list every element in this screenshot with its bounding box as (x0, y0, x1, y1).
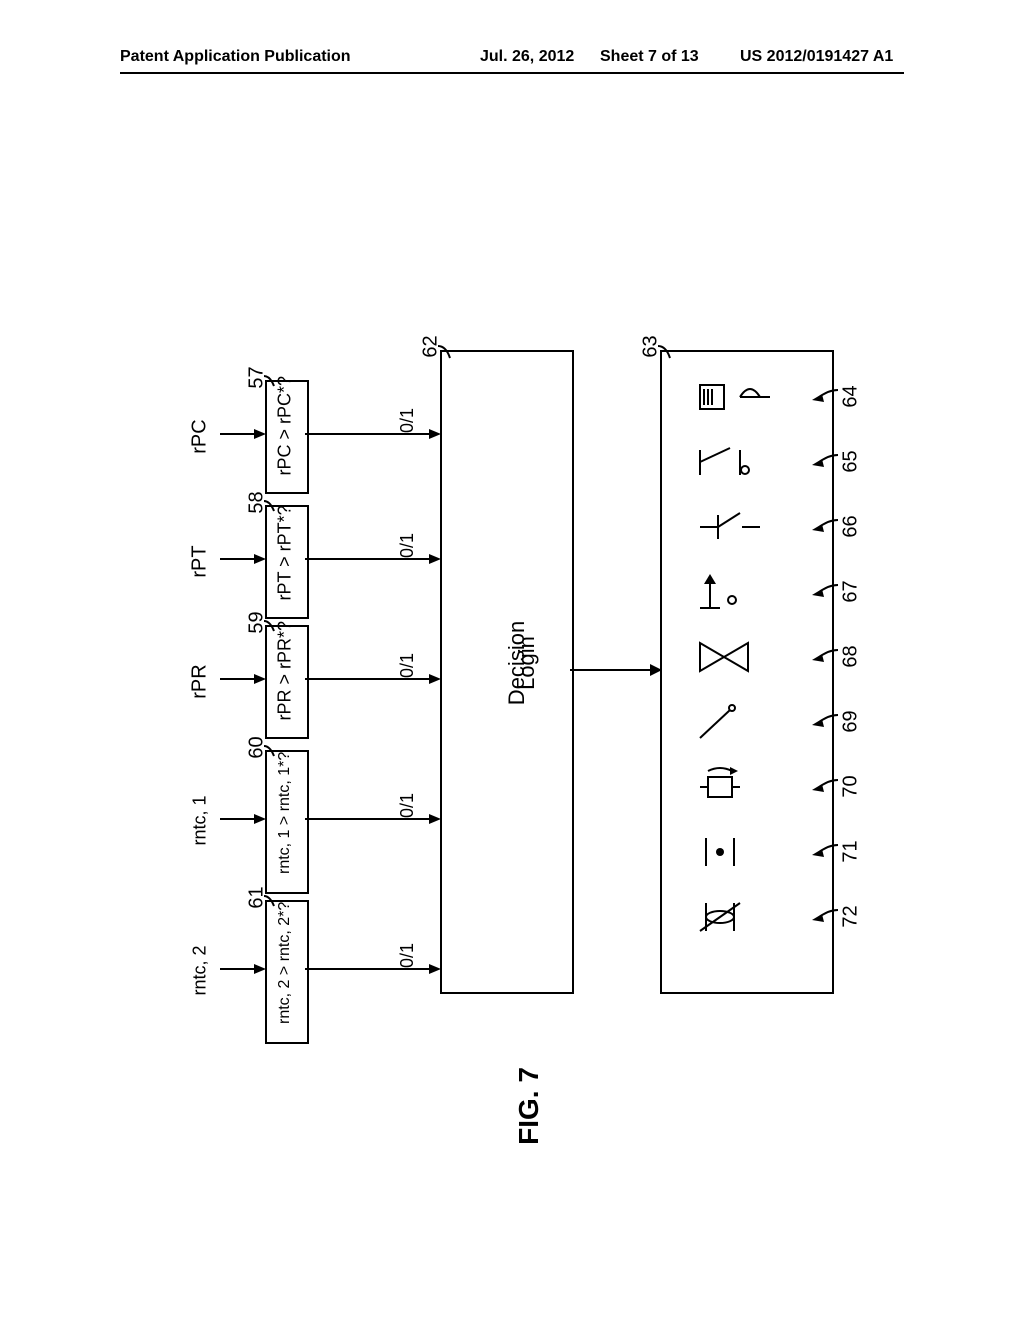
arrow-in-4 (220, 812, 266, 826)
edge-3: 0/1 (397, 653, 418, 678)
ref-68: 68 (840, 645, 863, 667)
decision-line2: Login (514, 636, 540, 690)
figure-7: Decision Login 62 63 rPC > rPC*? rPC 0/1… (120, 150, 904, 1170)
ref-63-hook (656, 344, 686, 364)
ref-64: 64 (840, 385, 863, 407)
ref-66-arrow (800, 518, 840, 534)
ref-62-hook (436, 344, 466, 364)
symbol-72 (690, 895, 800, 940)
header-left: Patent Application Publication (120, 48, 351, 66)
arrow-in-3 (220, 672, 266, 686)
figure-label: FIG. 7 (513, 1067, 545, 1145)
ref-71-arrow (800, 843, 840, 859)
ref-72-arrow (800, 908, 840, 924)
header-center: Jul. 26, 2012 (480, 48, 574, 66)
symbol-70 (690, 765, 800, 810)
cond-2: rPT > rPT*? (275, 521, 296, 601)
cond-1: rPC > rPC*? (275, 396, 296, 476)
arrow-in-2 (220, 552, 266, 566)
symbol-65 (690, 440, 800, 485)
arrow-out-5 (305, 962, 441, 976)
ref-58-hook (262, 499, 288, 515)
cond-4: rntc, 1 > rntc, 1*? (276, 764, 294, 874)
arrow-out-3 (305, 672, 441, 686)
ref-71: 71 (840, 840, 863, 862)
edge-4: 0/1 (397, 793, 418, 818)
cond-3: rPR > rPR*? (275, 641, 296, 721)
header-right: US 2012/0191427 A1 (740, 48, 893, 66)
ref-68-arrow (800, 648, 840, 664)
arrow-out-1 (305, 427, 441, 441)
arrow-out-2 (305, 552, 441, 566)
symbol-68 (690, 635, 800, 680)
ref-69: 69 (840, 710, 863, 732)
input-5: rntc, 2 (190, 936, 211, 1006)
ref-67-arrow (800, 583, 840, 599)
header-rule (120, 72, 904, 74)
input-1: rPC (189, 407, 212, 467)
symbol-64 (690, 375, 800, 420)
cond-5: rntc, 2 > rntc, 2*? (276, 914, 294, 1024)
ref-57-hook (262, 374, 288, 390)
arrow-out-4 (305, 812, 441, 826)
ref-65: 65 (840, 450, 863, 472)
ref-70-arrow (800, 778, 840, 794)
symbol-67 (690, 570, 800, 615)
edge-1: 0/1 (397, 408, 418, 433)
ref-61-hook (262, 894, 288, 910)
header-sheet: Sheet 7 of 13 (600, 48, 699, 66)
ref-66: 66 (840, 515, 863, 537)
ref-67: 67 (840, 580, 863, 602)
arrow-decision-outputs (570, 660, 662, 680)
symbol-69 (690, 700, 800, 745)
ref-65-arrow (800, 453, 840, 469)
input-3: rPR (189, 652, 212, 712)
arrow-in-5 (220, 962, 266, 976)
symbol-71 (690, 830, 800, 875)
input-2: rPT (189, 532, 212, 592)
ref-72: 72 (840, 905, 863, 927)
symbol-66 (690, 505, 800, 550)
ref-59-hook (262, 619, 288, 635)
ref-60-hook (262, 744, 288, 760)
edge-2: 0/1 (397, 533, 418, 558)
arrow-in-1 (220, 427, 266, 441)
input-4: rntc, 1 (190, 786, 211, 856)
edge-5: 0/1 (397, 943, 418, 968)
ref-69-arrow (800, 713, 840, 729)
ref-64-arrow (800, 388, 840, 404)
ref-70: 70 (840, 775, 863, 797)
